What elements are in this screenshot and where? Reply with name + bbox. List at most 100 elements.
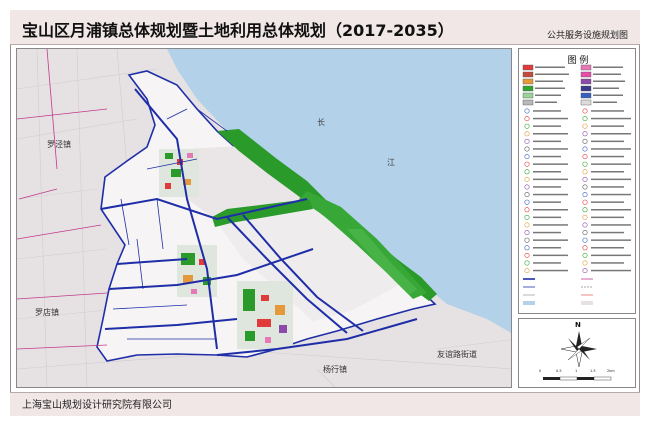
legend-symbol-icon	[524, 146, 530, 152]
legend-symbol-icon	[582, 222, 588, 228]
legend-symbol-text	[533, 171, 561, 173]
legend-symbol-icon	[524, 230, 530, 236]
legend-symbol-text	[591, 224, 631, 226]
legend-symbol-icon	[582, 245, 588, 251]
compass-panel: N 0 0.5 1 1.5 2km	[518, 318, 636, 388]
legend-symbol-icon	[582, 138, 588, 144]
legend-symbol-text	[591, 262, 624, 264]
legend-symbol-icon	[582, 260, 588, 266]
legend-symbol-text	[591, 201, 624, 203]
legend-symbol-text	[533, 155, 561, 158]
legend-symbol-rows	[524, 108, 631, 274]
legend-symbol-icon	[524, 214, 530, 220]
legend-symbol-icon	[524, 237, 530, 243]
footer-organization: 上海宝山规划设计研究院有限公司	[22, 400, 172, 411]
scale-mark-0: 0	[539, 369, 542, 373]
legend-symbol-icon	[524, 199, 530, 205]
legend-symbol-icon	[582, 146, 588, 152]
legend-symbol-icon	[524, 268, 530, 274]
legend-symbol-icon	[524, 260, 530, 266]
legend-symbol-text	[533, 224, 568, 226]
legend-symbol-text	[533, 148, 568, 150]
map-canvas[interactable]: 罗泾镇 罗店镇 杨行镇 友谊路街道 长 江	[16, 48, 512, 388]
legend-symbol-icon	[582, 131, 588, 137]
legend-symbol-text	[533, 247, 561, 249]
legend-symbol-icon	[524, 116, 530, 122]
legend-text-lines	[535, 66, 625, 103]
legend-symbol-icon	[582, 230, 588, 236]
legend-symbol-text	[533, 269, 568, 272]
legend-symbol-text	[533, 140, 561, 143]
legend-symbol-icon	[582, 214, 588, 220]
legend-symbol-text	[533, 125, 561, 127]
legend-symbol-icon	[582, 108, 588, 114]
legend-panel: 图 例	[518, 48, 636, 314]
legend-symbol-icon	[524, 176, 530, 182]
legend-symbol-text	[533, 178, 568, 181]
legend-symbol-text	[591, 186, 624, 188]
legend-svg	[522, 64, 631, 305]
scale-bar	[543, 376, 612, 381]
legend-symbol-icon	[524, 131, 530, 137]
legend-symbol-text	[591, 231, 624, 234]
legend-symbol-icon	[582, 169, 588, 175]
scale-mark-4: 2km	[607, 369, 615, 373]
legend-symbol-text	[591, 239, 631, 241]
legend-symbol-text	[591, 148, 631, 150]
legend-symbol-icon	[582, 184, 588, 190]
youyi-label: 友谊路街道	[437, 350, 477, 359]
south-town-center	[237, 281, 293, 349]
legend-symbol-icon	[524, 222, 530, 228]
legend-symbol-icon	[582, 268, 588, 274]
legend-symbol-text	[591, 117, 631, 120]
map-title: 宝山区月浦镇总体规划暨土地利用总体规划（2017-2035）	[22, 21, 454, 40]
yanghang-label: 杨行镇	[323, 365, 347, 374]
legend-symbol-icon	[582, 252, 588, 258]
compass-svg	[543, 331, 612, 381]
river-char-1: 长	[317, 118, 325, 127]
legend-symbol-icon	[524, 169, 530, 175]
legend-symbol-text	[591, 193, 631, 196]
legend-symbol-text	[533, 193, 568, 196]
legend-symbol-icon	[524, 108, 530, 114]
legend-symbol-icon	[524, 207, 530, 213]
legend-symbol-text	[591, 269, 631, 272]
legend-line-types	[523, 278, 593, 305]
legend-symbol-text	[533, 262, 561, 264]
scale-mark-1: 0.5	[556, 369, 562, 373]
legend-symbol-text	[591, 155, 624, 158]
legend-symbol-icon	[582, 116, 588, 122]
legend-symbol-text	[533, 110, 561, 112]
legend-symbol-text	[533, 201, 561, 203]
scale-mark-2: 1	[575, 369, 578, 373]
legend-symbol-text	[591, 254, 631, 257]
legend-symbol-text	[533, 163, 568, 165]
legend-symbol-icon	[582, 207, 588, 213]
legend-symbol-icon	[582, 237, 588, 243]
legend-symbol-text	[591, 163, 631, 165]
legend-symbol-icon	[524, 154, 530, 160]
legend-symbol-icon	[582, 161, 588, 167]
map-subtitle: 公共服务设施规划图	[546, 31, 628, 41]
legend-symbol-text	[533, 239, 568, 241]
map-svg	[17, 49, 511, 387]
legend-symbol-text	[591, 140, 624, 143]
legend-symbol-text	[591, 110, 624, 112]
legend-symbol-icon	[582, 154, 588, 160]
legend-symbol-text	[591, 125, 624, 127]
legend-symbol-icon	[524, 245, 530, 251]
central-town-center	[177, 245, 217, 297]
legend-symbol-text	[591, 178, 631, 181]
legend-symbol-icon	[582, 199, 588, 205]
scale-mark-3: 1.5	[590, 369, 596, 373]
legend-symbol-icon	[582, 123, 588, 129]
legend-symbol-text	[533, 209, 568, 211]
legend-symbol-text	[533, 117, 568, 120]
legend-symbol-text	[591, 247, 624, 249]
north-label: N	[575, 321, 581, 329]
legend-symbol-icon	[524, 123, 530, 129]
legend-swatches	[522, 64, 592, 106]
legend-symbol-icon	[524, 192, 530, 198]
legend-symbol-text	[533, 133, 568, 135]
legend-symbol-text	[591, 133, 631, 135]
